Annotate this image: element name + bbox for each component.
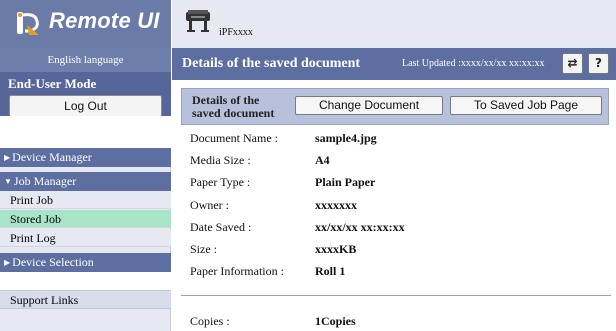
user-mode-title: End-User Mode: [8, 76, 97, 91]
detail-row: Size : xxxxKB: [190, 239, 610, 261]
nav-job-manager[interactable]: ▼ Job Manager: [0, 172, 171, 191]
detail-row: Document Name : sample4.jpg: [190, 128, 610, 150]
large-format-printer-icon: [186, 10, 210, 32]
detail-value: A4: [315, 153, 330, 168]
detail-value: xx/xx/xx xx:xx:xx: [315, 219, 405, 234]
detail-value: 1Copies: [315, 314, 356, 328]
detail-value: Plain Paper: [315, 175, 376, 190]
to-saved-job-page-button[interactable]: To Saved Job Page: [450, 96, 602, 115]
nav-device-selection[interactable]: ▶ Device Selection: [0, 253, 171, 272]
nav-item-print-log[interactable]: Print Log: [0, 229, 171, 247]
divider: [181, 295, 611, 296]
section-label: Details of the saved document: [192, 93, 275, 120]
detail-row: Media Size : A4: [190, 150, 610, 172]
detail-value: xxxxKB: [315, 241, 357, 256]
triangle-right-icon: ▶: [4, 153, 11, 162]
copies-row: Copies : 1Copies: [190, 311, 610, 331]
detail-key: Size :: [190, 241, 217, 256]
brand-header: Remote UI: [0, 0, 171, 48]
detail-row: Paper Information : Roll 1: [190, 261, 610, 283]
page-title: Details of the saved document: [182, 56, 361, 71]
logout-button[interactable]: Log Out: [9, 95, 162, 117]
nav-device-manager-label: Device Manager: [12, 150, 92, 164]
nav-item-stored-job[interactable]: Stored Job: [0, 210, 171, 228]
sidebar: Remote UI English language End-User Mode…: [0, 0, 171, 331]
change-document-button[interactable]: Change Document: [295, 96, 443, 115]
detail-key: Copies :: [190, 314, 230, 328]
detail-key: Paper Type :: [190, 175, 251, 190]
triangle-down-icon: ▼: [4, 177, 12, 186]
nav-item-print-job[interactable]: Print Job: [0, 191, 171, 209]
last-updated-text: Last Updated :xxxx/xx/xx xx:xx:xx: [402, 58, 545, 69]
detail-key: Paper Information :: [190, 264, 284, 279]
sidebar-spacer: [0, 272, 171, 290]
help-icon: ?: [595, 56, 602, 70]
refresh-button[interactable]: ⇄: [562, 53, 583, 74]
detail-row: Copies : 1Copies: [190, 311, 610, 331]
app-logo-text: Remote UI: [49, 8, 160, 33]
detail-row: Owner : xxxxxxx: [190, 195, 610, 217]
printer-header: iPFxxxx: [172, 0, 616, 48]
detail-key: Owner :: [190, 197, 229, 212]
detail-value: sample4.jpg: [315, 131, 377, 145]
paper-roll-logo-icon: [17, 12, 39, 35]
triangle-right-icon: ▶: [4, 258, 11, 267]
refresh-icon: ⇄: [567, 56, 578, 70]
help-button[interactable]: ?: [588, 53, 609, 74]
printer-name: iPFxxxx: [219, 27, 253, 38]
sidebar-spacer: [0, 116, 171, 148]
document-details: Document Name : sample4.jpg Media Size :…: [190, 128, 610, 283]
nav-job-manager-label: Job Manager: [13, 174, 77, 188]
detail-row: Paper Type : Plain Paper: [190, 172, 610, 194]
detail-value: xxxxxxx: [315, 197, 357, 212]
language-selector[interactable]: English language: [0, 48, 171, 72]
detail-row: Date Saved : xx/xx/xx xx:xx:xx: [190, 217, 610, 239]
detail-key: Media Size :: [190, 153, 251, 168]
detail-value: Roll 1: [315, 264, 346, 279]
nav-device-manager[interactable]: ▶ Device Manager: [0, 148, 171, 167]
page-title-bar: Details of the saved document Last Updat…: [172, 48, 616, 80]
user-mode-panel: End-User Mode Log Out: [0, 72, 171, 117]
detail-key: Date Saved :: [190, 219, 252, 234]
detail-key: Document Name :: [190, 131, 278, 145]
support-links[interactable]: Support Links: [0, 290, 171, 309]
nav-device-selection-label: Device Selection: [12, 255, 94, 269]
section-header: Details of the saved document Change Doc…: [181, 88, 609, 125]
